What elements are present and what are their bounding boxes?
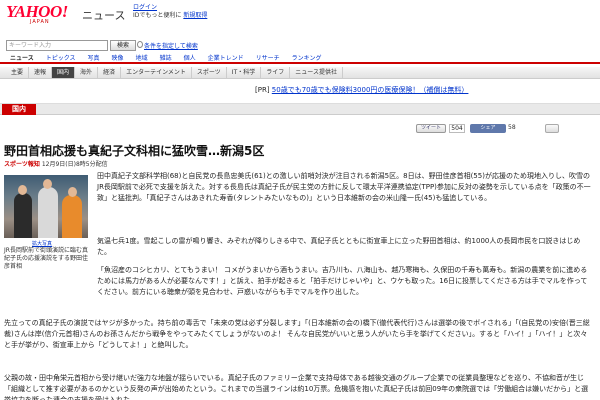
tab-trend[interactable]: 企業トレンド — [202, 54, 250, 62]
service-name[interactable]: ニュース — [82, 7, 125, 23]
tab-magazine[interactable]: 雑誌 — [154, 54, 178, 62]
sub-nav: 主要 速報 国内 海外 経済 エンターテインメント スポーツ IT・科学 ライフ… — [0, 67, 600, 79]
facebook-share-button[interactable]: シェア — [470, 124, 506, 133]
section-tab[interactable]: 国内 — [2, 104, 36, 115]
subnav-it-science[interactable]: IT・科学 — [227, 67, 262, 78]
tab-research[interactable]: リサーチ — [250, 54, 286, 62]
article-paragraph: 気温七兵1度。雪起こしの雷が鳴り響き、みぞれが降りしきる中で、真紀子氏とともに街… — [97, 237, 581, 256]
login-link[interactable]: ログイン — [133, 4, 157, 11]
register-link[interactable]: 新規取得 — [183, 12, 207, 19]
subnav-main[interactable]: 主要 — [6, 67, 30, 78]
photo-figure — [43, 179, 52, 189]
tab-news[interactable]: ニュース — [4, 54, 40, 62]
photo-figure — [38, 187, 58, 238]
subnav-flash[interactable]: 速報 — [29, 67, 53, 78]
tab-topics[interactable]: トピックス — [40, 54, 82, 62]
article-paragraph: 父親の故・田中角栄元首相から受け継いだ強力な地盤が揺らいでいる。真紀子氏のファミ… — [4, 374, 589, 400]
photo-figure — [62, 195, 82, 238]
tab-local[interactable]: 地域 — [130, 54, 154, 62]
article-headline: 野田首相応援も真紀子文科相に猛吹雪…新潟5区 — [4, 144, 265, 158]
article-byline: スポーツ報知 12月9日(日)8時5分配信 — [4, 159, 108, 168]
subnav-providers[interactable]: ニュース提供社 — [290, 67, 343, 78]
tab-ranking[interactable]: ランキング — [286, 54, 328, 62]
photo-figure — [14, 193, 32, 238]
tab-video[interactable]: 映像 — [106, 54, 130, 62]
tab-photo[interactable]: 写真 — [82, 54, 106, 62]
tweet-button[interactable]: ツイート — [416, 124, 446, 133]
subnav-entertainment[interactable]: エンターテインメント — [121, 67, 192, 78]
subnav-life[interactable]: ライフ — [261, 67, 291, 78]
article-source[interactable]: スポーツ報知 — [4, 161, 40, 168]
facebook-count: 58 — [508, 124, 516, 131]
photo-enlarge-link[interactable]: 拡大写真 — [32, 240, 52, 247]
photo-figure — [18, 185, 27, 195]
pr-banner: [PR] 50歳でも70歳でも保険料3000円の医療保険！（補償は無料） — [255, 85, 468, 95]
pr-label: [PR] — [255, 86, 270, 94]
category-tabs: ニュース トピックス 写真 映像 地域 雑誌 個人 企業トレンド リサーチ ラン… — [0, 54, 600, 64]
photo-figure — [68, 187, 77, 197]
magnifier-icon — [137, 41, 143, 48]
pr-link[interactable]: 50歳でも70歳でも保険料3000円の医療保険！（補償は無料） — [272, 86, 469, 94]
article-date: 12月9日(日)8時5分配信 — [41, 161, 108, 168]
subnav-sports[interactable]: スポーツ — [192, 67, 227, 78]
article-photo[interactable] — [4, 175, 88, 238]
article-paragraph: 「魚沼産のコシヒカリ、とてもうまい！ コメがうまいから酒もうまい。吉乃川も、八海… — [97, 266, 588, 296]
article-paragraph: 田中真紀子文部科学相(68)と自民党の長島忠美氏(61)との激しい前哨対決が注目… — [97, 172, 591, 202]
yahoo-logo[interactable]: YAHOO! JAPAN — [6, 3, 76, 27]
tweet-count: 504 — [449, 124, 465, 133]
share-more-button[interactable] — [545, 124, 559, 133]
subnav-world[interactable]: 海外 — [75, 67, 99, 78]
advanced-search-link[interactable]: 条件を指定して検索 — [144, 41, 198, 50]
search-input[interactable]: キーワード入力 — [6, 40, 108, 51]
search-button[interactable]: 検索 — [110, 40, 136, 51]
login-area: ログイン IDでもっと便利に 新規取得 — [133, 4, 207, 20]
photo-caption: JR長岡駅前で街頭演説に臨む真紀子氏の応援演説をする野田佳彦首相 — [4, 247, 89, 270]
tab-personal[interactable]: 個人 — [178, 54, 202, 62]
subnav-economy[interactable]: 経済 — [98, 67, 122, 78]
login-sub: IDでもっと便利に — [133, 12, 182, 19]
section-header-bar — [0, 103, 600, 115]
article-paragraph: 先立っての真紀子氏の演説ではヤジが多かった。持ち前の毒舌で「未来の党は必ず分裂し… — [4, 319, 590, 349]
subnav-domestic[interactable]: 国内 — [52, 67, 76, 78]
